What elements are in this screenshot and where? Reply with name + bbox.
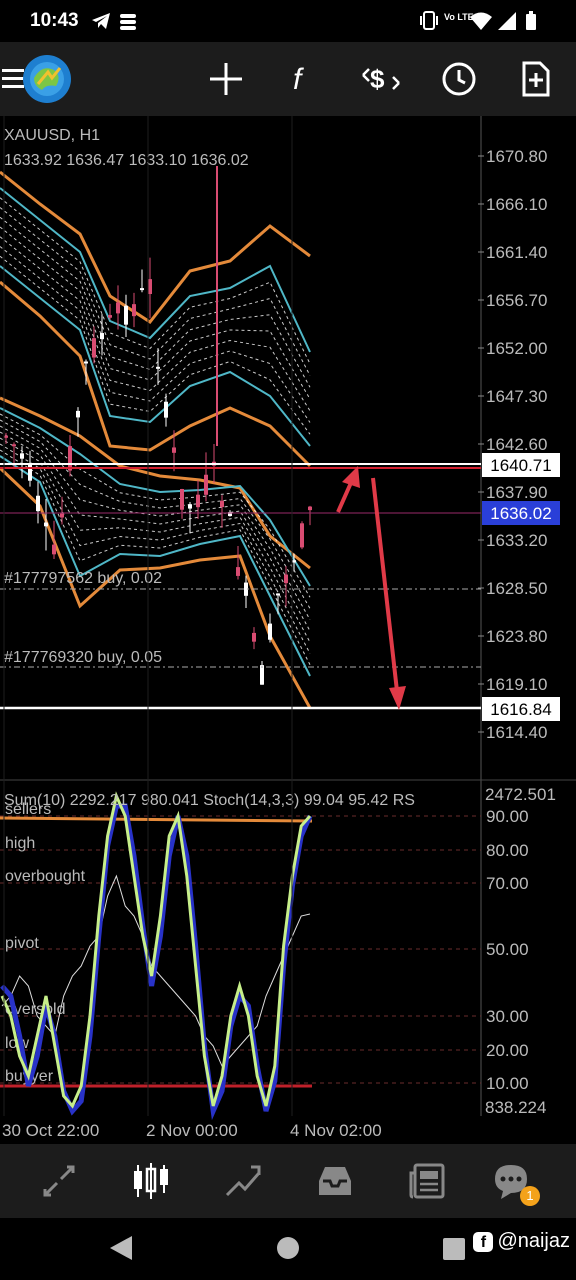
mt-logo-icon[interactable] <box>22 54 72 104</box>
trade-nav-icon[interactable] <box>218 1158 268 1204</box>
indicator-tick-label: 50.00 <box>486 940 529 959</box>
price-tick-label: 1652.00 <box>486 339 547 358</box>
facebook-icon: f <box>473 1231 494 1252</box>
indicator-levels: 90.0080.0070.0050.0030.0020.0010.00selle… <box>0 801 529 1093</box>
price-tick-label: 1623.80 <box>486 627 547 646</box>
news-icon[interactable] <box>402 1158 452 1204</box>
new-file-icon[interactable] <box>511 54 561 104</box>
indicator-tick-label: 20.00 <box>486 1041 529 1060</box>
recents-icon[interactable] <box>443 1238 465 1260</box>
time-label: 30 Oct 22:00 <box>2 1121 99 1140</box>
order-label-1: #177797562 buy, 0.02 <box>4 570 162 587</box>
support-price-label: 1616.84 <box>490 700 551 719</box>
price-tick-label: 1633.20 <box>486 531 547 550</box>
time-label: 4 Nov 02:00 <box>290 1121 382 1140</box>
watermark: f @naijaz <box>473 1230 570 1253</box>
status-time: 10:43 <box>30 10 79 31</box>
indicator-level-label: pivot <box>5 935 39 952</box>
status-right-icons: Vo LTE <box>420 9 550 38</box>
system-nav-bar: f @naijaz <box>0 1218 576 1280</box>
chart-icon[interactable] <box>126 1158 176 1204</box>
quotes-icon[interactable] <box>34 1158 84 1204</box>
price-tick-label: 1642.60 <box>486 435 547 454</box>
home-icon[interactable] <box>277 1237 299 1259</box>
stoch-main-line <box>0 791 312 1109</box>
svg-text:$: $ <box>370 64 385 94</box>
price-ticks: 1670.80 1666.10 1661.40 1656.70 1652.00 1647.… <box>478 147 547 742</box>
indicator-tick-label: 30.00 <box>486 1007 529 1026</box>
current-price-label: 1636.02 <box>490 504 551 523</box>
crosshair-icon[interactable] <box>201 54 251 104</box>
price-tick-label: 1656.70 <box>486 291 547 310</box>
chat-icon[interactable]: 1 <box>486 1158 540 1206</box>
signal-icon <box>498 12 516 30</box>
symbol-header: XAUUSD, H1 <box>4 127 100 144</box>
indicator-top-value: 2472.501 <box>485 785 556 804</box>
clock-icon[interactable] <box>434 54 484 104</box>
function-icon[interactable]: f <box>278 54 328 104</box>
price-tick-label: 1614.40 <box>486 723 547 742</box>
indicator-tick-label: 80.00 <box>486 841 529 860</box>
chart-toolbar: f $ <box>0 42 576 116</box>
chat-badge: 1 <box>520 1186 540 1206</box>
time-label: 2 Nov 00:00 <box>146 1121 238 1140</box>
status-bar: 10:43 Vo LTE <box>0 0 576 42</box>
trade-icon[interactable]: $ <box>356 54 406 104</box>
sellers-level-line <box>0 816 313 823</box>
indicator-bottom-value: 838.224 <box>485 1098 546 1117</box>
ohlc-header: 1633.92 1636.47 1633.10 1636.02 <box>4 152 249 169</box>
arrow-up <box>336 466 360 513</box>
chart-area[interactable]: XAUUSD, H1 1633.92 1636.47 1633.10 1636.… <box>0 116 576 1144</box>
price-tick-label: 1670.80 <box>486 147 547 166</box>
indicator-tick-label: 90.00 <box>486 807 529 826</box>
indicator-level-label: overbought <box>5 868 86 885</box>
indicator-tick-label: 10.00 <box>486 1074 529 1093</box>
battery-icon <box>526 11 536 30</box>
indicator-level-label: high <box>5 835 35 852</box>
storage-icon <box>120 14 136 30</box>
stoch-signal-line <box>0 803 313 1121</box>
history-icon[interactable] <box>310 1158 360 1204</box>
svg-text:f: f <box>293 63 304 96</box>
price-tick-label: 1661.40 <box>486 243 547 262</box>
price-tick-label: 1619.10 <box>486 675 547 694</box>
price-tick-label: 1666.10 <box>486 195 547 214</box>
status-left-icons <box>90 10 150 37</box>
volte-label: Vo LTE <box>444 12 474 22</box>
vibrate-icon <box>420 11 438 30</box>
envelope-bands <box>0 170 312 709</box>
price-tick-label: 1628.50 <box>486 579 547 598</box>
telegram-icon <box>92 13 136 30</box>
indicator-header: Sum(10) 2292.217 980.041 Stoch(14,3,3) 9… <box>4 792 415 809</box>
price-tick-label: 1637.90 <box>486 483 547 502</box>
watermark-text: @naijaz <box>497 1230 570 1252</box>
bottom-nav: 1 <box>0 1144 576 1218</box>
price-chart-svg[interactable]: XAUUSD, H1 1633.92 1636.47 1633.10 1636.… <box>0 116 576 1144</box>
order-label-2: #177769320 buy, 0.05 <box>4 649 162 666</box>
price-tick-label: 1647.30 <box>486 387 547 406</box>
back-icon[interactable] <box>110 1236 132 1260</box>
indicator-tick-label: 70.00 <box>486 874 529 893</box>
resistance-price-label: 1640.71 <box>490 456 551 475</box>
